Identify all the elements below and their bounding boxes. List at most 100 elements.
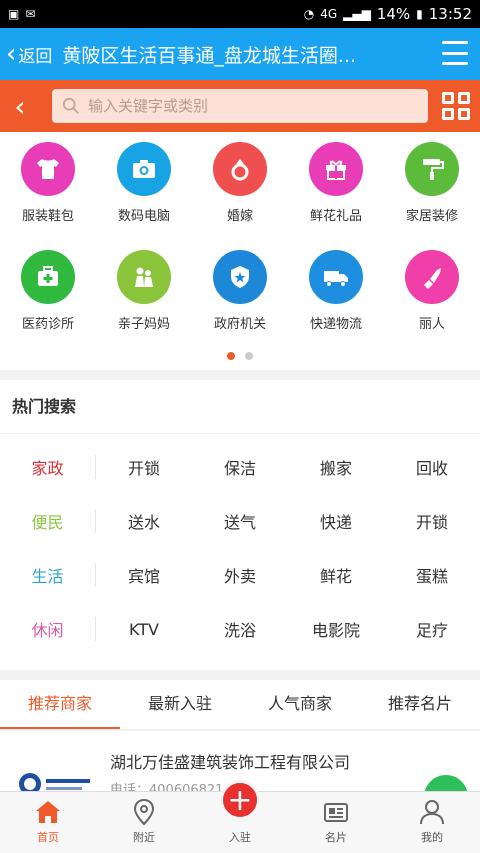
category-label: 医药诊所 [21, 317, 74, 332]
category-label: 亲子妈妈 [117, 317, 170, 332]
nav-label: 我的 [421, 831, 443, 844]
app-header: ‹ 返回 黄陂区生活百事通_盘龙城生活圈... [0, 28, 480, 80]
hot-search-item[interactable]: 送气 [192, 509, 288, 533]
category-panel: 服装鞋包 数码电脑 婚嫁 鲜花礼品 家居装修 医药诊所 亲子妈妈 政府机关 快递… [0, 132, 480, 370]
menu-button[interactable] [442, 41, 468, 65]
chevron-left-icon: ‹ [6, 39, 17, 69]
category-digital[interactable]: 数码电脑 [96, 142, 192, 250]
tab-recommended-cards[interactable]: 推荐名片 [360, 680, 480, 729]
merchant-name: 湖北万佳盛建筑装饰工程有限公司 [110, 753, 351, 772]
network-label: 4G [320, 7, 338, 21]
hot-search-item[interactable]: 外卖 [192, 563, 288, 587]
hot-search-item[interactable]: 开锁 [384, 509, 480, 533]
category-beauty[interactable]: 丽人 [384, 250, 480, 358]
hot-search-item[interactable]: 送水 [96, 509, 192, 533]
hot-search-item[interactable]: 鲜花 [288, 563, 384, 587]
search-box[interactable] [52, 89, 428, 123]
carousel-dot-active[interactable] [227, 352, 235, 360]
hot-category-label[interactable]: 家政 [0, 455, 96, 479]
clock: 13:52 [428, 5, 472, 23]
grid-view-button[interactable] [442, 92, 470, 120]
parent-child-icon [135, 267, 153, 287]
home-icon [36, 801, 60, 823]
grid-icon [442, 92, 454, 104]
hamburger-icon [442, 41, 468, 44]
chevron-left-icon: ‹ [14, 89, 26, 123]
hot-search-row: 生活 宾馆 外卖 鲜花 蛋糕 [0, 548, 480, 602]
search-bar: ‹ [0, 80, 480, 132]
hot-category-label[interactable]: 生活 [0, 563, 96, 587]
hot-search-item[interactable]: 洗浴 [192, 617, 288, 641]
nav-business-card[interactable]: 名片 [288, 792, 384, 853]
plus-icon: + [220, 780, 260, 820]
bottom-navigation: 首页 附近 + 入驻 名片 我的 [0, 780, 480, 853]
nav-label: 附近 [133, 831, 155, 844]
hot-search-item[interactable]: 电影院 [288, 617, 384, 641]
camera-icon [133, 160, 155, 178]
back-button[interactable]: ‹ 返回 [0, 28, 52, 80]
hot-search-row: 休闲 KTV 洗浴 电影院 足疗 [0, 602, 480, 656]
tab-recommended-merchants[interactable]: 推荐商家 [0, 680, 120, 729]
hot-search-item[interactable]: 开锁 [96, 455, 192, 479]
nav-profile[interactable]: 我的 [384, 792, 480, 853]
status-bar: ▣ ✉ ◔ 4G ▂▄▆ 14% ▮ 13:52 [0, 0, 480, 28]
nav-join[interactable]: + 入驻 [192, 780, 288, 853]
nav-nearby[interactable]: 附近 [96, 792, 192, 853]
merchant-phone: 电话：400606821 [110, 783, 224, 791]
hot-search-item[interactable]: 蛋糕 [384, 563, 480, 587]
hot-search-item[interactable]: 宾馆 [96, 563, 192, 587]
category-express[interactable]: 快递物流 [288, 250, 384, 358]
category-wedding[interactable]: 婚嫁 [192, 142, 288, 250]
category-label: 服装鞋包 [21, 209, 74, 224]
tab-popular-merchants[interactable]: 人气商家 [240, 680, 360, 729]
signal-icon: ▂▄▆ [343, 7, 371, 21]
category-label: 婚嫁 [226, 209, 253, 224]
search-icon [62, 97, 79, 114]
hot-search-panel: 热门搜索 家政 开锁 保洁 搬家 回收 便民 送水 送气 快递 开锁 生活 宾馆… [0, 380, 480, 670]
category-clothing[interactable]: 服装鞋包 [0, 142, 96, 250]
category-parenting[interactable]: 亲子妈妈 [96, 250, 192, 358]
image-notification-icon: ▣ [8, 7, 20, 21]
hot-search-item[interactable]: 快递 [288, 509, 384, 533]
battery-icon: ▮ [416, 7, 423, 21]
tshirt-icon [37, 159, 59, 179]
search-back-button[interactable]: ‹ [0, 80, 40, 132]
hot-search-item[interactable]: 保洁 [192, 455, 288, 479]
category-home-decor[interactable]: 家居装修 [384, 142, 480, 250]
search-input[interactable] [88, 97, 408, 115]
nav-label: 名片 [325, 831, 347, 844]
hot-search-item[interactable]: 足疗 [384, 617, 480, 641]
merchant-logo [19, 773, 90, 791]
category-medical[interactable]: 医药诊所 [0, 250, 96, 358]
hot-search-item[interactable]: 回收 [384, 455, 480, 479]
back-label: 返回 [18, 46, 53, 67]
lipstick-icon [424, 268, 441, 289]
category-flowers-gifts[interactable]: 鲜花礼品 [288, 142, 384, 250]
gift-icon [326, 160, 346, 180]
category-label: 数码电脑 [117, 209, 170, 224]
hot-search-item[interactable]: 搬家 [288, 455, 384, 479]
nav-home[interactable]: 首页 [0, 792, 96, 853]
hot-search-row: 家政 开锁 保洁 搬家 回收 [0, 440, 480, 494]
category-label: 鲜花礼品 [309, 209, 362, 224]
category-label: 政府机关 [213, 317, 266, 332]
ring-icon [231, 159, 249, 181]
hot-category-label[interactable]: 休闲 [0, 617, 96, 641]
hot-category-label[interactable]: 便民 [0, 509, 96, 533]
category-government[interactable]: 政府机关 [192, 250, 288, 358]
business-card-icon [324, 803, 348, 822]
category-label: 家居装修 [405, 209, 458, 224]
police-badge-icon [231, 266, 249, 288]
call-button[interactable] [424, 775, 468, 791]
user-icon [420, 800, 444, 825]
nav-label: 首页 [37, 831, 59, 844]
nav-label: 入驻 [229, 831, 251, 844]
category-label: 快递物流 [309, 317, 362, 332]
carousel-dot[interactable] [245, 352, 253, 360]
page-title: 黄陂区生活百事通_盘龙城生活圈... [62, 44, 357, 67]
tab-newly-joined[interactable]: 最新入驻 [120, 680, 240, 729]
battery-level: 14% [376, 5, 411, 23]
carousel-indicator [0, 352, 480, 360]
mail-notification-icon: ✉ [25, 7, 36, 21]
hot-search-item[interactable]: KTV [96, 620, 192, 639]
